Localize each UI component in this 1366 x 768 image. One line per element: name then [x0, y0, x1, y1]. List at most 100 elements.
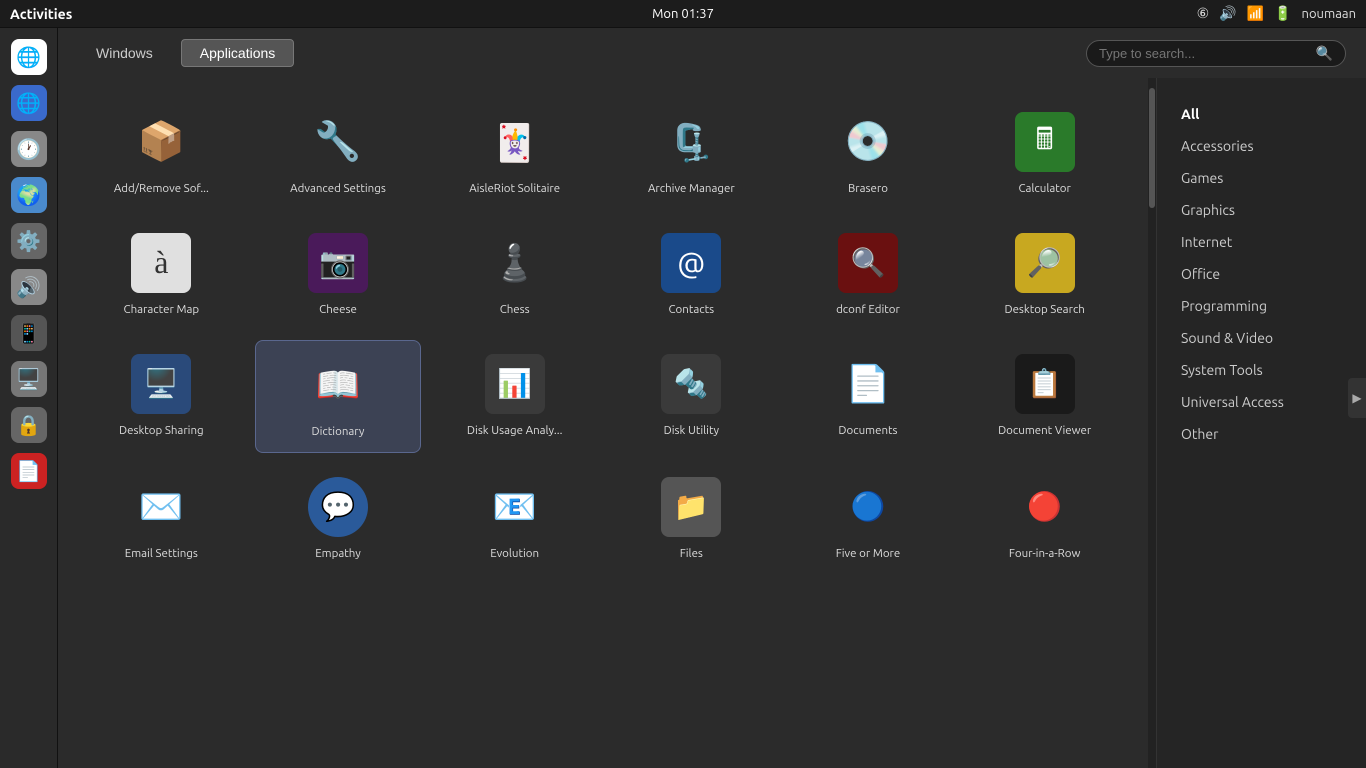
app-item-aisleriot-solitaire[interactable]: 🃏 AisleRiot Solitaire [431, 98, 598, 209]
app-item-document-viewer[interactable]: 📋 Document Viewer [961, 340, 1128, 453]
app-item-five-or-more[interactable]: 🔵 Five or More [785, 463, 952, 574]
app-label-email-settings: Email Settings [125, 547, 198, 562]
category-office[interactable]: Office [1157, 258, 1366, 290]
app-label-character-map: Character Map [124, 303, 200, 318]
app-item-four-in-a-row[interactable]: 🔴 Four-in-a-Row [961, 463, 1128, 574]
app-item-desktop-search[interactable]: 🔎 Desktop Search [961, 219, 1128, 330]
app-item-brasero[interactable]: 💿 Brasero [785, 98, 952, 209]
app-label-disk-usage-analyzer: Disk Usage Analy... [467, 424, 563, 439]
category-universal-access[interactable]: Universal Access [1157, 386, 1366, 418]
app-label-document-viewer: Document Viewer [998, 424, 1091, 439]
app-item-desktop-sharing[interactable]: 🖥️ Desktop Sharing [78, 340, 245, 453]
battery-icon[interactable]: 🔋 [1274, 5, 1291, 22]
app-icon-advanced-settings: 🔧 [306, 110, 370, 174]
app-icon-add-remove-software: 📦 [129, 110, 193, 174]
app-label-cheese: Cheese [319, 303, 357, 318]
app-icon-disk-utility: 🔩 [659, 352, 723, 416]
dock: 🌐🌐🕐🌍⚙️🔊📱🖥️🔒📄 [0, 28, 58, 768]
accessibility-icon[interactable]: ⑥ [1197, 5, 1210, 22]
topbar: Activities Mon 01:37 ⑥ 🔊 📶 🔋 noumaan [0, 0, 1366, 28]
app-label-four-in-a-row: Four-in-a-Row [1009, 547, 1081, 562]
category-sound-video[interactable]: Sound & Video [1157, 322, 1366, 354]
dock-item-internet[interactable]: 🌍 [8, 174, 50, 216]
app-icon-character-map: à [129, 231, 193, 295]
volume-icon[interactable]: 🔊 [1219, 5, 1236, 22]
app-icon-evolution: 📧 [483, 475, 547, 539]
app-item-email-settings[interactable]: ✉️ Email Settings [78, 463, 245, 574]
search-bar: 🔍 [1086, 40, 1346, 67]
dock-item-clock[interactable]: 🕐 [8, 128, 50, 170]
app-label-chess: Chess [500, 303, 530, 318]
app-item-dconf-editor[interactable]: 🔍 dconf Editor [785, 219, 952, 330]
dock-item-app5[interactable]: ⚙️ [8, 220, 50, 262]
category-programming[interactable]: Programming [1157, 290, 1366, 322]
app-icon-disk-usage-analyzer: 📊 [483, 352, 547, 416]
app-icon-dictionary: 📖 [306, 353, 370, 417]
category-other[interactable]: Other [1157, 418, 1366, 450]
app-item-disk-utility[interactable]: 🔩 Disk Utility [608, 340, 775, 453]
app-item-cheese[interactable]: 📷 Cheese [255, 219, 422, 330]
dock-item-app9[interactable]: 🔒 [8, 404, 50, 446]
dock-item-app6[interactable]: 🔊 [8, 266, 50, 308]
category-accessories[interactable]: Accessories [1157, 130, 1366, 162]
app-label-evolution: Evolution [490, 547, 539, 562]
app-item-documents[interactable]: 📄 Documents [785, 340, 952, 453]
windows-tab[interactable]: Windows [78, 40, 171, 66]
app-item-add-remove-software[interactable]: 📦 Add/Remove Sof... [78, 98, 245, 209]
dock-item-app8[interactable]: 🖥️ [8, 358, 50, 400]
wifi-icon[interactable]: 📶 [1247, 5, 1264, 22]
apps-grid-container[interactable]: 📦 Add/Remove Sof... 🔧 Advanced Settings … [58, 78, 1148, 768]
dock-item-chrome[interactable]: 🌐 [8, 36, 50, 78]
app-label-archive-manager: Archive Manager [648, 182, 735, 197]
app-icon-calculator: 🖩 [1013, 110, 1077, 174]
app-item-archive-manager[interactable]: 🗜️ Archive Manager [608, 98, 775, 209]
app-label-disk-utility: Disk Utility [664, 424, 719, 439]
app-item-advanced-settings[interactable]: 🔧 Advanced Settings [255, 98, 422, 209]
app-item-disk-usage-analyzer[interactable]: 📊 Disk Usage Analy... [431, 340, 598, 453]
app-item-calculator[interactable]: 🖩 Calculator [961, 98, 1128, 209]
app-label-calculator: Calculator [1018, 182, 1070, 197]
app-item-character-map[interactable]: à Character Map [78, 219, 245, 330]
dock-item-app10[interactable]: 📄 [8, 450, 50, 492]
app-label-aisleriot-solitaire: AisleRiot Solitaire [469, 182, 560, 197]
app-item-evolution[interactable]: 📧 Evolution [431, 463, 598, 574]
app-label-desktop-sharing: Desktop Sharing [119, 424, 204, 439]
category-graphics[interactable]: Graphics [1157, 194, 1366, 226]
app-icon-four-in-a-row: 🔴 [1013, 475, 1077, 539]
search-input[interactable] [1099, 46, 1316, 61]
app-icon-document-viewer: 📋 [1013, 352, 1077, 416]
category-all[interactable]: All [1157, 98, 1366, 130]
apps-grid: 📦 Add/Remove Sof... 🔧 Advanced Settings … [78, 88, 1128, 584]
app-label-files: Files [680, 547, 703, 562]
user-label[interactable]: noumaan [1302, 7, 1356, 21]
dock-item-globe[interactable]: 🌐 [8, 82, 50, 124]
collapse-arrow[interactable]: ▶ [1348, 378, 1366, 418]
app-item-files[interactable]: 📁 Files [608, 463, 775, 574]
app-icon-files: 📁 [659, 475, 723, 539]
app-icon-contacts: @ [659, 231, 723, 295]
category-internet[interactable]: Internet [1157, 226, 1366, 258]
applications-tab[interactable]: Applications [181, 39, 295, 67]
app-item-dictionary[interactable]: 📖 Dictionary [255, 340, 422, 453]
app-icon-archive-manager: 🗜️ [659, 110, 723, 174]
navbar: Windows Applications 🔍 [58, 28, 1366, 78]
category-system-tools[interactable]: System Tools [1157, 354, 1366, 386]
app-icon-cheese: 📷 [306, 231, 370, 295]
app-item-empathy[interactable]: 💬 Empathy [255, 463, 422, 574]
dock-item-app7[interactable]: 📱 [8, 312, 50, 354]
app-item-contacts[interactable]: @ Contacts [608, 219, 775, 330]
category-games[interactable]: Games [1157, 162, 1366, 194]
app-label-add-remove-software: Add/Remove Sof... [114, 182, 209, 197]
app-icon-chess: ♟️ [483, 231, 547, 295]
app-icon-desktop-sharing: 🖥️ [129, 352, 193, 416]
app-label-advanced-settings: Advanced Settings [290, 182, 386, 197]
app-icon-desktop-search: 🔎 [1013, 231, 1077, 295]
app-icon-aisleriot-solitaire: 🃏 [483, 110, 547, 174]
app-item-chess[interactable]: ♟️ Chess [431, 219, 598, 330]
clock: Mon 01:37 [652, 7, 714, 21]
scrollbar[interactable] [1148, 78, 1156, 768]
activities-button[interactable]: Activities [10, 6, 72, 22]
scrollbar-thumb[interactable] [1149, 88, 1155, 208]
app-icon-documents: 📄 [836, 352, 900, 416]
app-label-five-or-more: Five or More [836, 547, 901, 562]
